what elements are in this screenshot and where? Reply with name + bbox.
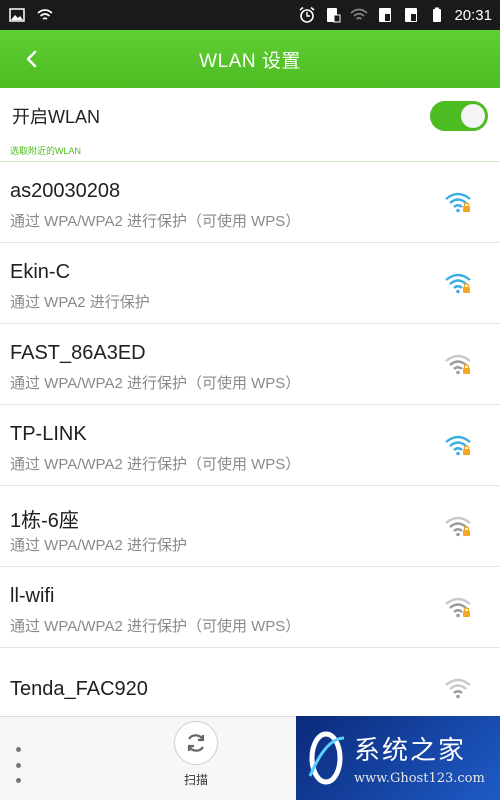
network-ssid: Tenda_FAC920	[10, 678, 148, 700]
network-security: 通过 WPA/WPA2 进行保护（可使用 WPS）	[10, 456, 301, 473]
network-security: 通过 WPA/WPA2 进行保护	[10, 537, 187, 554]
app-bar: WLAN 设置	[0, 30, 500, 88]
network-ssid: ll-wifi	[10, 585, 55, 607]
wifi-signal-icon	[350, 8, 368, 20]
sim-card-icon	[327, 8, 341, 23]
watermark-title: 系统之家	[354, 736, 467, 766]
wifi-lock-icon	[445, 273, 471, 294]
wifi-lock-icon	[445, 354, 471, 375]
wlan-toggle-label: 开启WLAN	[12, 107, 101, 127]
wlan-toggle-row[interactable]: 开启WLAN	[0, 88, 500, 144]
network-ssid: 1栋-6座	[10, 510, 79, 532]
network-item[interactable]: ll-wifi 通过 WPA/WPA2 进行保护（可使用 WPS）	[0, 567, 500, 648]
network-security: 通过 WPA/WPA2 进行保护（可使用 WPS）	[10, 375, 301, 392]
network-list: as20030208 通过 WPA/WPA2 进行保护（可使用 WPS） Eki…	[0, 162, 500, 729]
watermark: 系统之家 www.Ghost123.com	[296, 716, 500, 800]
network-ssid: as20030208	[10, 180, 121, 202]
network-security: 通过 WPA/WPA2 进行保护（可使用 WPS）	[10, 213, 301, 230]
page-title: WLAN 设置	[199, 50, 301, 72]
wifi-status-icon	[37, 9, 53, 20]
wifi-lock-icon	[445, 597, 471, 618]
wifi-lock-icon	[445, 435, 471, 456]
sim2-icon	[405, 8, 418, 22]
network-item[interactable]: FAST_86A3ED 通过 WPA/WPA2 进行保护（可使用 WPS）	[0, 324, 500, 405]
sim1-icon	[379, 8, 392, 22]
picture-icon	[9, 8, 25, 22]
wifi-lock-icon	[445, 192, 471, 213]
scan-label: 扫描	[183, 773, 208, 787]
network-item[interactable]: 1栋-6座 通过 WPA/WPA2 进行保护	[0, 486, 500, 567]
scan-circle	[174, 721, 218, 765]
battery-icon	[433, 7, 442, 22]
watermark-url: www.Ghost123.com	[354, 771, 485, 786]
network-ssid: TP-LINK	[10, 423, 87, 445]
section-label: 选取附近的WLAN	[0, 144, 500, 162]
wlan-toggle-switch[interactable]	[430, 101, 488, 131]
network-item[interactable]: Ekin-C 通过 WPA2 进行保护	[0, 243, 500, 324]
network-ssid: Ekin-C	[10, 261, 71, 283]
back-button[interactable]	[12, 39, 52, 79]
wifi-lock-icon	[445, 516, 471, 537]
scan-button[interactable]: 扫描	[167, 721, 225, 797]
toggle-knob	[461, 104, 485, 128]
refresh-icon	[187, 734, 205, 752]
back-arrow-icon	[26, 50, 37, 68]
network-ssid: FAST_86A3ED	[10, 342, 146, 364]
watermark-logo-icon	[308, 731, 345, 785]
more-options-icon[interactable]	[10, 747, 26, 783]
wifi-icon	[445, 678, 471, 699]
status-bar: 20:31	[0, 0, 500, 30]
alarm-icon	[299, 6, 315, 23]
status-time: 20:31	[454, 6, 492, 24]
network-security: 通过 WPA2 进行保护	[10, 294, 150, 311]
network-item[interactable]: TP-LINK 通过 WPA/WPA2 进行保护（可使用 WPS）	[0, 405, 500, 486]
network-security: 通过 WPA/WPA2 进行保护（可使用 WPS）	[10, 618, 301, 635]
network-item[interactable]: as20030208 通过 WPA/WPA2 进行保护（可使用 WPS）	[0, 162, 500, 243]
